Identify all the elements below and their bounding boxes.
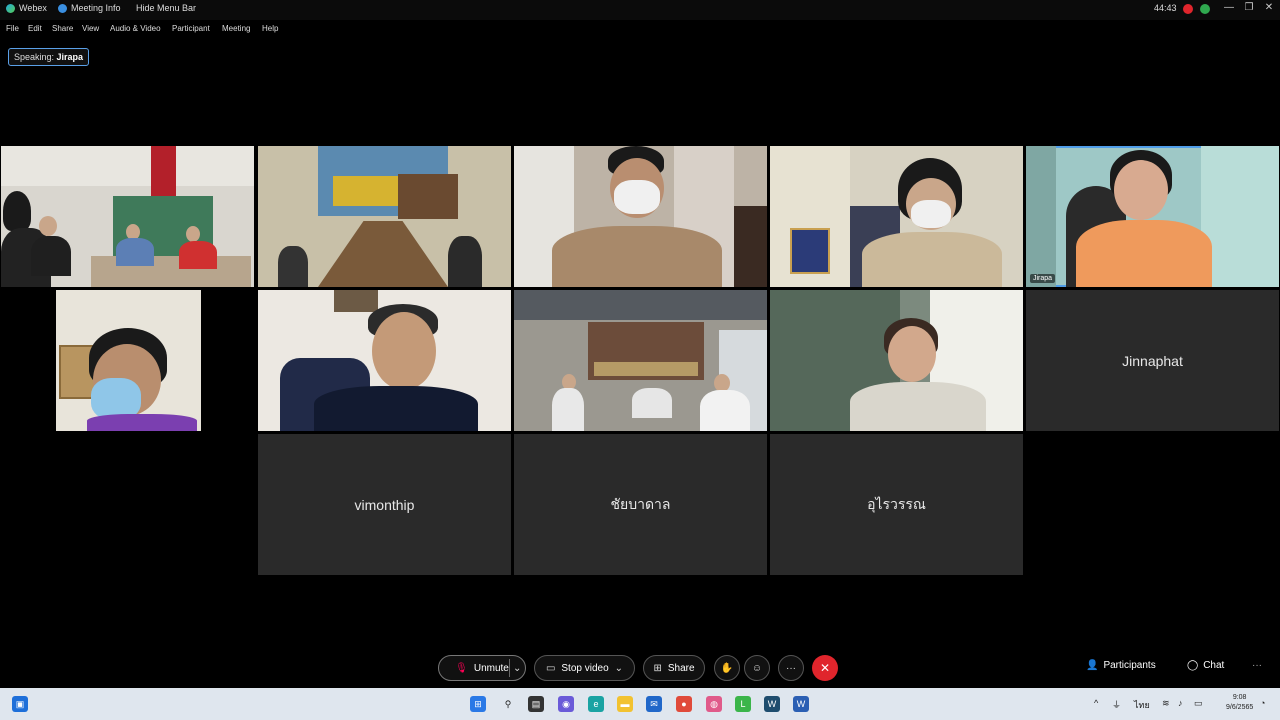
video-tile-man-with-glasses[interactable] <box>258 290 511 431</box>
video-tile-meeting-room-2[interactable] <box>258 146 511 287</box>
video-tile-chaibadan[interactable]: ชัยบาดาล <box>514 434 767 575</box>
overflow-menu-button[interactable]: ··· <box>1252 660 1262 671</box>
video-tile-man-with-mask[interactable] <box>514 146 767 287</box>
participant-name: Jinnaphat <box>1122 352 1183 369</box>
mail-icon[interactable]: ✉ <box>646 696 662 712</box>
video-tile-jinnaphat[interactable]: Jinnaphat <box>1026 290 1279 431</box>
participant-name: ชัยบาดาล <box>610 495 671 512</box>
person-icon: 👤 <box>1086 660 1099 671</box>
end-call-button[interactable]: ✕ <box>812 655 838 681</box>
chrome-icon[interactable]: ● <box>676 696 692 712</box>
speaking-name: Jirapa <box>56 52 84 62</box>
unmute-button[interactable]: 🎙 Unmute ⌄ <box>438 655 526 681</box>
windows-taskbar: ▣ ⊞ ⚲ ▤ ◉ e ▬ ✉ ● ◍ L W W ^ ⏚ ไทย ≋ ♪ ▭ … <box>0 688 1280 720</box>
share-screen-icon: ⊞ <box>653 662 662 674</box>
minimize-button[interactable]: — <box>1220 2 1238 13</box>
participant-name: อุไรวรรณ <box>867 495 926 512</box>
video-tile-office-group[interactable] <box>514 290 767 431</box>
line-app-icon[interactable]: L <box>735 696 751 712</box>
video-tile-uraiwan[interactable]: อุไรวรรณ <box>770 434 1023 575</box>
edge-browser-icon[interactable]: e <box>588 696 604 712</box>
video-tile-woman-with-mask[interactable] <box>1 290 254 431</box>
meeting-timer: 44:43 <box>1154 3 1177 13</box>
app-name: Webex <box>19 3 47 13</box>
menu-file[interactable]: File <box>6 24 19 33</box>
menu-meeting[interactable]: Meeting <box>222 24 250 33</box>
restore-button[interactable]: ❐ <box>1240 2 1258 13</box>
chat-button[interactable]: ◯ Chat <box>1187 660 1224 671</box>
speaking-indicator: Speaking: Jirapa <box>8 48 90 66</box>
video-tile-officer-woman[interactable] <box>770 146 1023 287</box>
start-menu-icon[interactable]: ⊞ <box>470 696 486 712</box>
clock-time: 9:08 <box>1232 694 1247 701</box>
more-options-button[interactable]: ··· <box>778 655 804 681</box>
muted-mic-icon: 🎙 <box>455 662 468 674</box>
webex-logo-icon <box>6 3 15 13</box>
meeting-info-button[interactable]: Meeting Info <box>58 3 121 13</box>
system-clock[interactable]: 9:08 9/6/2565 <box>1226 693 1253 713</box>
widgets-icon[interactable]: ▣ <box>12 696 28 712</box>
microphone-tray-icon[interactable]: ⏚ <box>1112 698 1121 711</box>
reactions-button[interactable]: ☺ <box>744 655 770 681</box>
chevron-down-icon[interactable]: ⌄ <box>513 663 521 674</box>
more-dots-icon: ··· <box>786 662 796 674</box>
video-tile-uniformed-woman[interactable] <box>770 290 1023 431</box>
menu-share[interactable]: Share <box>52 24 73 33</box>
menu-bar: File Edit Share View Audio & Video Parti… <box>0 20 1280 38</box>
share-button[interactable]: ⊞ Share <box>643 655 705 681</box>
tile-name-label: Jirapa <box>1030 274 1056 283</box>
participants-button[interactable]: 👤 Participants <box>1086 660 1156 671</box>
connection-status-icon[interactable] <box>1200 4 1210 14</box>
hide-menu-bar-button[interactable]: Hide Menu Bar <box>136 3 196 13</box>
search-icon[interactable]: ⚲ <box>500 696 516 712</box>
close-window-button[interactable]: ✕ <box>1260 2 1278 13</box>
chevron-down-icon[interactable]: ⌄ <box>615 663 623 674</box>
menu-view[interactable]: View <box>82 24 99 33</box>
app-title: Webex <box>6 3 47 13</box>
more-dots-icon: ··· <box>1252 660 1262 671</box>
chevron-up-icon[interactable]: ^ <box>1094 698 1098 708</box>
chat-bubble-icon: ◯ <box>1187 660 1199 671</box>
wifi-icon[interactable]: ≋ <box>1162 698 1170 709</box>
recording-icon[interactable] <box>1183 4 1193 14</box>
teams-chat-icon[interactable]: ◉ <box>558 696 574 712</box>
word-icon[interactable]: W <box>793 696 809 712</box>
stop-video-button[interactable]: ▭ Stop video ⌄ <box>534 655 635 681</box>
app-icon[interactable]: ◍ <box>706 696 722 712</box>
volume-icon[interactable]: ♪ <box>1178 698 1183 708</box>
task-view-icon[interactable]: ▤ <box>528 696 544 712</box>
video-tile-vimonthip[interactable]: vimonthip <box>258 434 511 575</box>
menu-participant[interactable]: Participant <box>172 24 210 33</box>
video-tile-meeting-room-1[interactable] <box>1 146 254 287</box>
info-icon <box>58 3 67 13</box>
menu-edit[interactable]: Edit <box>28 24 42 33</box>
notification-icon[interactable]: ◔ <box>1260 698 1265 708</box>
raise-hand-button[interactable]: ✋ <box>714 655 740 681</box>
video-tile-jirapa[interactable]: Jirapa <box>1026 146 1279 287</box>
close-icon: ✕ <box>819 661 831 675</box>
video-camera-icon: ▭ <box>545 662 556 674</box>
language-indicator[interactable]: ไทย <box>1134 698 1150 712</box>
menu-audio-video[interactable]: Audio & Video <box>110 24 161 33</box>
smiley-icon: ☺ <box>751 662 763 674</box>
menu-help[interactable]: Help <box>262 24 278 33</box>
clock-date: 9/6/2565 <box>1226 704 1254 711</box>
hand-icon: ✋ <box>720 662 734 674</box>
battery-icon[interactable]: ▭ <box>1194 698 1203 709</box>
file-explorer-icon[interactable]: ▬ <box>617 696 633 712</box>
webex-taskbar-icon[interactable]: W <box>764 696 780 712</box>
participant-name: vimonthip <box>354 496 415 513</box>
title-bar: Webex Meeting Info Hide Menu Bar 44:43 —… <box>0 0 1280 20</box>
